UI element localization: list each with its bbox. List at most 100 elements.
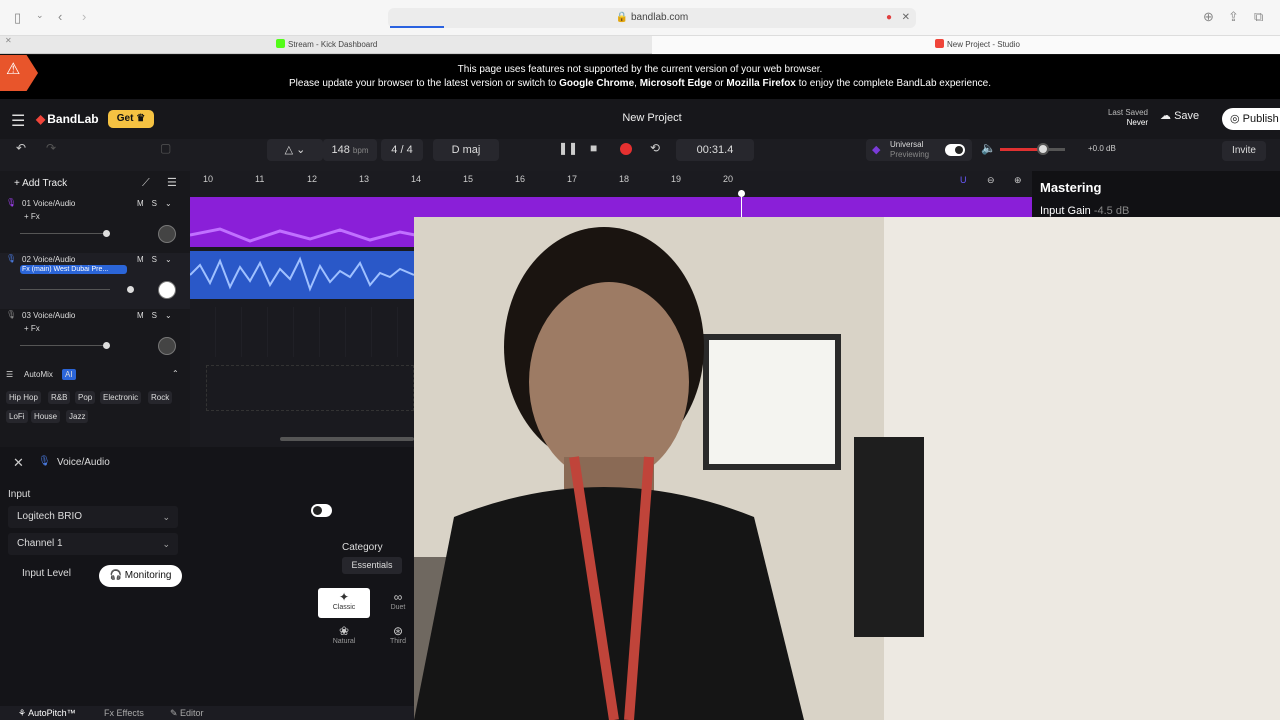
chevron-up-icon[interactable]: ⌃ [172,369,179,378]
time-signature-field[interactable]: 4 / 4 [381,139,423,161]
record-button[interactable] [620,143,632,155]
download-icon[interactable]: ⊕ [1203,9,1214,25]
share-icon[interactable]: ⇪ [1228,9,1239,25]
loop-icon[interactable]: ⟲ [650,141,660,155]
save-button[interactable]: ☁ Save [1160,109,1199,122]
app-header: ☰ ◆ BandLab Get ♛ New Project Last Saved … [0,99,1280,139]
genre-chip[interactable]: Hip Hop [6,391,41,404]
close-icon[interactable]: ✕ [13,455,24,471]
input-gain[interactable]: Input Gain -4.5 dB [1040,205,1129,217]
close-tab-icon[interactable]: ✕ [5,36,12,45]
volume-fader[interactable] [20,345,110,346]
invite-button[interactable]: Invite [1222,141,1266,161]
track-row[interactable]: 🎙 02 Voice/Audio Fx (main) West Dubai Pr… [0,253,190,309]
style-classic[interactable]: ✦ Classic [318,588,370,618]
pan-knob[interactable] [158,337,176,355]
settings-sliders-icon[interactable]: ☰ [167,176,177,189]
add-fx-button[interactable]: + Fx [24,212,40,221]
input-level-label: Input Level [22,568,71,579]
monitoring-button[interactable]: 🎧 Monitoring [99,565,182,587]
pause-icon[interactable]: ❚❚ [558,141,578,155]
snap-magnet-icon[interactable]: U [960,175,967,185]
style-natural[interactable]: ❀ Natural [318,622,370,652]
bandlab-logo[interactable]: ◆ BandLab [36,112,99,126]
mute-solo-buttons[interactable]: MS⌄ [137,255,180,264]
tab-bandlab[interactable]: New Project - Studio [652,36,1280,54]
zoom-in-icon[interactable]: ⊕ [1014,175,1022,186]
chevron-down-icon: ⌄ [296,144,306,156]
menu-icon[interactable]: ☰ [11,111,25,131]
genre-chip[interactable]: House [31,410,61,423]
universal-toggle[interactable] [945,144,965,156]
input-device-select[interactable]: Logitech BRIO ⌄ [8,506,178,528]
undo-icon[interactable]: ↶ [16,141,26,155]
stop-icon[interactable]: ■ [590,141,597,155]
volume-fader-knob[interactable] [103,342,110,349]
audio-clip[interactable] [189,251,415,299]
magic-wand-icon[interactable]: ⟋ [142,177,150,190]
project-title[interactable]: New Project [560,112,744,124]
metronome-button[interactable]: △ ⌄ [267,139,323,161]
close-icon[interactable]: ✕ [902,8,910,28]
genre-chip[interactable]: LoFi [6,410,28,423]
timeline-ruler[interactable]: 10 11 12 13 14 15 16 17 18 19 20 U ⊖ ⊕ [190,171,1035,197]
tab-editor[interactable]: ✎ Editor [170,708,204,719]
volume-fader[interactable] [20,289,110,290]
edge-link[interactable]: Microsoft Edge [640,78,712,89]
volume-fader-knob[interactable] [103,230,110,237]
genre-chip[interactable]: Jazz [66,410,89,423]
track-row[interactable]: 🎙 03 Voice/Audio + Fx MS⌄ [0,309,190,365]
mute-solo-buttons[interactable]: MS⌄ [137,311,180,320]
sidebar-icon[interactable]: ▯ [14,10,21,26]
drop-zone[interactable] [206,365,414,411]
input-channel-select[interactable]: Channel 1 ⌄ [8,533,178,555]
forward-icon[interactable]: › [82,9,86,24]
panel-track-name: Voice/Audio [57,457,110,468]
fx-preset-chip[interactable]: Fx (main) West Dubai Pre... [20,265,127,274]
tempo-field[interactable]: 148 bpm [323,139,377,161]
ai-badge: AI [62,369,76,380]
universal-preview[interactable]: ◆ Universal Previewing [866,139,972,161]
publish-button[interactable]: ◎ Publish [1222,108,1280,130]
add-fx-button[interactable]: + Fx [24,324,40,333]
mic-icon: 🎙 [6,198,17,207]
speaker-icon[interactable]: 🔈 [981,141,996,155]
genre-chip[interactable]: R&B [48,391,71,404]
microphone-icon[interactable]: ● [886,8,892,28]
mute-solo-buttons[interactable]: MS⌄ [137,199,180,208]
key-field[interactable]: D maj [433,139,499,161]
chevron-down-icon[interactable]: ⌄ [36,10,44,21]
tabs-icon[interactable]: ⧉ [1254,9,1263,25]
input-label: Input [8,489,31,500]
autopitch-toggle[interactable] [311,504,332,517]
tab-effects[interactable]: Fx Effects [104,708,144,718]
track-row[interactable]: 🎙 01 Voice/Audio + Fx MS⌄ [0,197,190,253]
fullscreen-icon[interactable]: ▢ [160,141,171,155]
tab-kick[interactable]: Stream - Kick Dashboard [276,36,377,54]
tab-autopitch[interactable]: ⚘ AutoPitch™ [18,708,76,719]
redo-icon[interactable]: ↷ [46,141,56,155]
browser-warning-banner: This page uses features not supported by… [0,55,1280,99]
genre-chip[interactable]: Electronic [100,391,142,404]
master-volume-slider[interactable] [1000,148,1065,151]
sparkle-icon: ✦ [338,590,350,604]
url-bar[interactable]: 🔒 bandlab.com ● ✕ [388,8,916,28]
master-volume-knob[interactable] [1037,143,1049,155]
genre-chip[interactable]: Rock [148,391,173,404]
back-icon[interactable]: ‹ [58,9,62,24]
add-track-button[interactable]: + Add Track [14,178,67,189]
genre-chip[interactable]: Pop [75,391,96,404]
empty-track-lane[interactable] [190,307,414,357]
pan-knob[interactable] [158,281,176,299]
warning-line-2: Please update your browser to the latest… [288,78,991,89]
horizontal-scrollbar[interactable] [280,437,414,441]
volume-fader-knob[interactable] [127,286,134,293]
pan-knob[interactable] [158,225,176,243]
volume-fader[interactable] [20,233,110,234]
get-membership-button[interactable]: Get ♛ [108,110,154,128]
essentials-tab[interactable]: Essentials [342,557,402,574]
firefox-link[interactable]: Mozilla Firefox [726,78,795,89]
playhead[interactable] [741,190,742,217]
chrome-link[interactable]: Google Chrome [559,78,634,89]
zoom-out-icon[interactable]: ⊖ [987,175,995,186]
